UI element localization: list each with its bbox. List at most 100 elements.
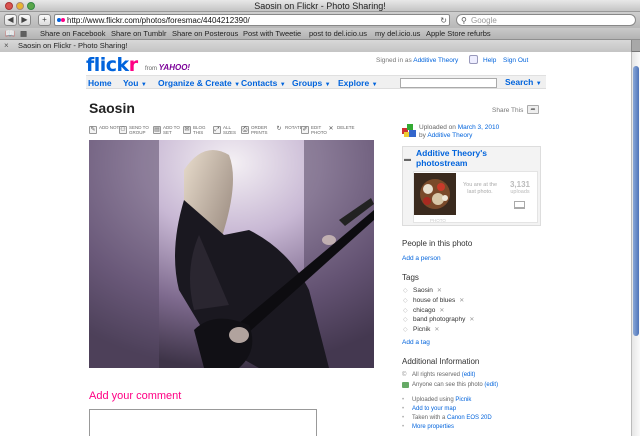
bookmark-item[interactable]: Share on Posterous: [172, 28, 238, 40]
bookmark-item[interactable]: Share on Facebook: [40, 28, 105, 40]
upload-date-link[interactable]: March 3, 2010: [458, 124, 500, 131]
close-tab-icon[interactable]: ×: [4, 40, 9, 52]
remove-tag-icon[interactable]: ✕: [459, 298, 464, 304]
bullet-icon: •: [402, 415, 405, 421]
remove-tag-icon[interactable]: ✕: [434, 327, 439, 333]
visibility-info: Anyone can see this photo (edit): [402, 381, 498, 389]
flickr-search-input[interactable]: [400, 78, 497, 88]
tag-item[interactable]: ◇ house of blues ✕: [402, 297, 464, 305]
search-field[interactable]: ⚲ Google: [456, 14, 636, 26]
slideshow-icon[interactable]: [514, 201, 525, 209]
more-properties-link[interactable]: More properties: [412, 424, 454, 430]
edit-photo-button[interactable]: ✐ EDIT PHOTO: [301, 125, 327, 139]
add-tag-link[interactable]: Add a tag: [402, 339, 430, 347]
remove-tag-icon[interactable]: ✕: [437, 288, 442, 294]
url-text: http://www.flickr.com/photos/foresmac/44…: [67, 16, 250, 25]
tag-icon: ◇: [403, 308, 408, 314]
scrollbar-thumb[interactable]: [633, 66, 639, 336]
uploader-link[interactable]: Additive Theory: [427, 132, 472, 139]
visibility-edit-link[interactable]: (edit): [484, 382, 498, 388]
uploaded-using-info: • Uploaded using Picnik: [402, 397, 472, 403]
send-to-group-button[interactable]: ⚇ SEND TO GROUP: [119, 125, 151, 139]
bookmark-item[interactable]: Post with Tweetie: [243, 28, 301, 40]
rights-edit-link[interactable]: (edit): [462, 372, 476, 378]
bullet-icon: •: [402, 424, 405, 430]
sign-out-link[interactable]: Sign Out: [503, 56, 528, 65]
window-titlebar: Saosin on Flickr - Photo Sharing!: [0, 0, 640, 12]
bookmarks-bar: 📖 ▦ Share on Facebook Share on Tumblr Sh…: [0, 28, 640, 40]
upload-count: 3,131: [509, 180, 531, 189]
photo-strip-label: PHOTO: [430, 218, 446, 223]
bookmark-item[interactable]: my del.icio.us: [375, 28, 420, 40]
flickr-logo[interactable]: flickr: [86, 55, 138, 75]
add-note-button[interactable]: ✎ ADD NOTE: [89, 125, 122, 139]
back-button[interactable]: ◀: [4, 14, 17, 26]
page-scrollbar[interactable]: [631, 52, 640, 436]
nav-groups[interactable]: Groups ▼: [292, 76, 331, 92]
bookmark-item[interactable]: Share on Tumblr: [111, 28, 166, 40]
add-person-link[interactable]: Add a person: [402, 255, 441, 263]
rotate-icon: ↻: [276, 126, 282, 132]
delete-button[interactable]: ✕ DELETE: [327, 125, 354, 139]
tab-label: Saosin on Flickr - Photo Sharing!: [18, 41, 128, 50]
search-placeholder: Google: [471, 16, 497, 25]
bookmarks-grid-icon[interactable]: ▦: [20, 28, 27, 40]
camera-link[interactable]: Canon EOS 20D: [447, 415, 492, 421]
upload-info: Uploaded on March 3, 2010 by Additive Th…: [419, 124, 500, 139]
buddy-icon[interactable]: [402, 124, 416, 138]
upload-count-label: uploads: [510, 189, 530, 195]
order-prints-button[interactable]: ⎙ ORDER PRINTS: [241, 125, 273, 139]
mail-icon[interactable]: [469, 55, 478, 64]
tag-item[interactable]: ◇ band photography ✕: [402, 316, 474, 324]
tab-bar: × Saosin on Flickr - Photo Sharing!: [0, 40, 640, 52]
tag-icon: ◇: [403, 298, 408, 304]
all-sizes-button[interactable]: ⤢ ALL SIZES: [213, 125, 239, 139]
nav-organize-create[interactable]: Organize & Create ▼: [158, 76, 240, 92]
nav-explore[interactable]: Explore ▼: [338, 76, 378, 92]
remove-tag-icon[interactable]: ✕: [469, 317, 474, 323]
blog-this-button[interactable]: ✉ BLOG THIS: [183, 125, 211, 139]
tag-item[interactable]: ◇ Saosin ✕: [402, 287, 442, 295]
tags-heading: Tags: [402, 273, 419, 282]
forward-button[interactable]: ▶: [18, 14, 31, 26]
more-properties-info: • More properties: [402, 423, 454, 431]
photostream-title[interactable]: Additive Theory's photostream: [416, 148, 536, 168]
add-bookmark-button[interactable]: +: [38, 14, 51, 26]
tab-saosin[interactable]: × Saosin on Flickr - Photo Sharing!: [0, 40, 632, 52]
remove-tag-icon[interactable]: ✕: [439, 308, 444, 314]
share-this-link[interactable]: Share This: [492, 106, 523, 115]
reload-icon[interactable]: ↻: [440, 15, 447, 26]
copyright-icon: ©: [402, 372, 407, 378]
main-photo[interactable]: [89, 140, 374, 368]
tag-item[interactable]: ◇ Picnik ✕: [402, 326, 439, 334]
map-info: • Add to your map: [402, 405, 456, 413]
nav-contacts[interactable]: Contacts ▼: [241, 76, 286, 92]
help-link[interactable]: Help: [483, 56, 496, 65]
browser-toolbar: ◀ ▶ + http://www.flickr.com/photos/fores…: [0, 12, 640, 28]
signed-in-user-link[interactable]: Additive Theory: [413, 57, 458, 64]
chevron-down-icon: ▼: [279, 82, 286, 88]
bookmark-item[interactable]: Apple Store refurbs: [426, 28, 491, 40]
photo-title[interactable]: Saosin: [89, 100, 135, 116]
tag-icon: ◇: [403, 317, 408, 323]
photostream-thumbnail[interactable]: [414, 173, 456, 215]
nav-you[interactable]: You ▼: [123, 76, 147, 92]
add-to-map-link[interactable]: Add to your map: [412, 406, 456, 412]
window-title: Saosin on Flickr - Photo Sharing!: [254, 1, 386, 11]
comment-textarea[interactable]: [89, 409, 317, 436]
bookmarks-book-icon[interactable]: 📖: [5, 28, 15, 40]
tag-item[interactable]: ◇ chicago ✕: [402, 307, 444, 315]
bookmark-item[interactable]: post to del.icio.us: [309, 28, 367, 40]
share-icon[interactable]: ➦: [527, 105, 539, 114]
address-bar[interactable]: http://www.flickr.com/photos/foresmac/44…: [54, 14, 450, 26]
rotate-button[interactable]: ↻ ROTATE: [275, 125, 302, 139]
bullet-icon: •: [402, 397, 405, 403]
add-to-set-button[interactable]: ▤ ADD TO SET: [153, 125, 181, 139]
picnik-link[interactable]: Picnik: [455, 397, 471, 403]
guitarist-photo-image: [89, 140, 374, 368]
collapse-icon[interactable]: ▬: [404, 156, 411, 163]
edit-photo-icon: ✐: [301, 126, 309, 134]
nav-home[interactable]: Home: [88, 76, 112, 90]
flickr-search-button[interactable]: Search ▼: [505, 75, 542, 91]
flickr-favicon-icon: [57, 17, 65, 24]
